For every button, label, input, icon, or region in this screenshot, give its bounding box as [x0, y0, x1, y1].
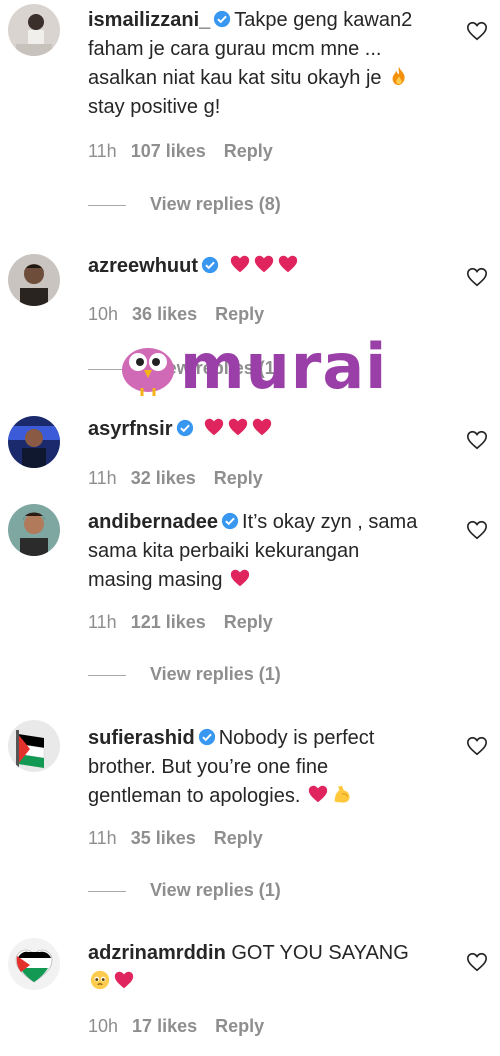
avatar[interactable] [8, 416, 60, 468]
comment-text: asyrfnsir [88, 415, 418, 444]
verified-badge-icon [201, 256, 219, 274]
timestamp: 11h [88, 141, 117, 161]
comment-meta: 11h 35 likes Reply [88, 828, 263, 849]
comment-text: adzrinamrddin GOT YOU SAYANG [88, 939, 418, 997]
avatar[interactable] [8, 938, 60, 990]
timestamp: 10h [88, 1016, 119, 1036]
comment-text: andibernadee It’s okay zyn , sama sama ki… [88, 511, 418, 591]
comment-meta: 10h 17 likes Reply [88, 1016, 264, 1037]
like-heart-icon[interactable] [466, 519, 488, 541]
comment-meta: 11h 107 likes Reply [88, 141, 273, 162]
verified-badge-icon [221, 512, 239, 530]
comment-meta: 11h 32 likes Reply [88, 468, 263, 489]
like-heart-icon[interactable] [466, 951, 488, 973]
view-replies-button[interactable]: View replies (8) [88, 194, 281, 215]
reply-button[interactable]: Reply [214, 828, 263, 848]
likes-count[interactable]: 32 likes [131, 468, 196, 488]
username[interactable]: azreewhuut [88, 255, 198, 277]
divider-line [88, 890, 126, 892]
verified-badge-icon [198, 728, 215, 746]
pleading-face-emoji-icon [90, 970, 110, 990]
likes-count[interactable]: 107 likes [131, 141, 206, 161]
username[interactable]: adzrinamrddin [88, 942, 226, 964]
comment-text: ismailizzani_ Takpe geng kawan2 faham je … [88, 9, 413, 118]
murai-watermark: murai [118, 330, 386, 403]
like-heart-icon[interactable] [466, 266, 488, 288]
timestamp: 11h [88, 828, 117, 848]
reply-button[interactable]: Reply [215, 1016, 264, 1036]
username[interactable]: asyrfnsir [88, 418, 173, 440]
username[interactable]: andibernadee [88, 511, 218, 533]
flexed-biceps-emoji-icon [334, 785, 350, 803]
red-heart-emoji-icon [254, 255, 273, 273]
comment-meta: 11h 121 likes Reply [88, 612, 273, 633]
verified-badge-icon [214, 10, 231, 28]
username[interactable]: sufierashid [88, 727, 195, 749]
comment-text: sufierashid Nobody is perfect brother. Bu… [88, 727, 375, 807]
red-heart-emoji-icon [278, 255, 297, 273]
avatar[interactable] [8, 720, 60, 772]
avatar[interactable] [8, 504, 60, 556]
avatar[interactable] [8, 4, 60, 56]
view-replies-button[interactable]: View replies (1) [88, 880, 281, 901]
likes-count[interactable]: 121 likes [131, 612, 206, 632]
likes-count[interactable]: 17 likes [132, 1016, 197, 1036]
likes-count[interactable]: 35 likes [131, 828, 196, 848]
reply-button[interactable]: Reply [214, 468, 263, 488]
red-heart-emoji-icon [230, 569, 250, 587]
likes-count[interactable]: 36 likes [132, 304, 197, 324]
comment-text: azreewhuut [88, 252, 418, 281]
timestamp: 11h [88, 612, 117, 632]
reply-button[interactable]: Reply [215, 304, 264, 324]
avatar[interactable] [8, 254, 60, 306]
view-replies-button[interactable]: View replies (1) [88, 664, 281, 685]
red-heart-emoji-icon [114, 971, 134, 989]
watermark-text: murai [180, 330, 388, 403]
owl-logo-icon [122, 348, 174, 396]
comment-meta: 10h 36 likes Reply [88, 304, 264, 325]
timestamp: 10h [88, 304, 119, 324]
divider-line [88, 204, 126, 206]
timestamp: 11h [88, 468, 117, 488]
like-heart-icon[interactable] [466, 429, 488, 451]
fire-emoji-icon [392, 66, 405, 86]
divider-line [88, 674, 126, 676]
red-heart-emoji-icon [252, 418, 272, 436]
reply-button[interactable]: Reply [224, 141, 273, 161]
red-heart-emoji-icon [230, 255, 249, 273]
red-heart-emoji-icon [204, 418, 224, 436]
red-heart-emoji-icon [228, 418, 248, 436]
red-heart-emoji-icon [308, 785, 328, 803]
verified-badge-icon [176, 419, 193, 437]
username[interactable]: ismailizzani_ [88, 9, 210, 31]
reply-button[interactable]: Reply [224, 612, 273, 632]
like-heart-icon[interactable] [466, 735, 488, 757]
like-heart-icon[interactable] [466, 20, 488, 42]
